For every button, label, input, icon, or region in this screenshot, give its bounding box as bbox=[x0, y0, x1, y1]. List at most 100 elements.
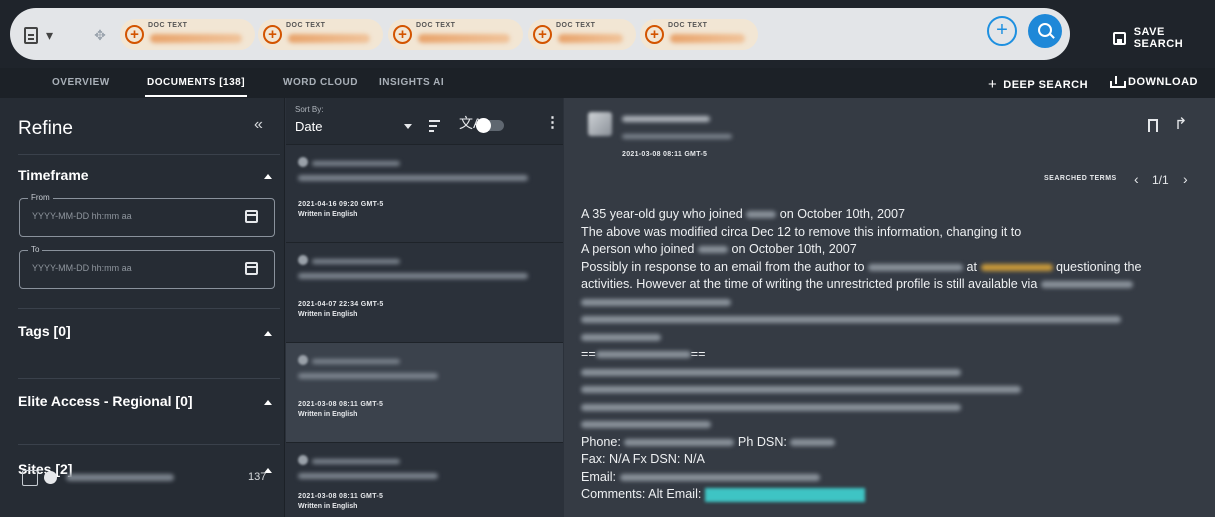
body-text: Email: bbox=[581, 469, 616, 484]
chip-value-redacted bbox=[558, 34, 623, 43]
bookmark-icon[interactable] bbox=[1148, 119, 1158, 132]
body-text: at bbox=[966, 259, 978, 274]
document-card-selected[interactable]: 2021-03-08 08:11 GMT-5 Written in Englis… bbox=[286, 342, 563, 442]
chevron-up-icon[interactable] bbox=[264, 174, 272, 179]
drag-move-icon[interactable]: ✥ bbox=[88, 23, 112, 47]
search-chip-1[interactable]: + DOC TEXT bbox=[120, 19, 255, 50]
tab-overview[interactable]: OVERVIEW bbox=[52, 77, 110, 88]
search-query-bar[interactable]: ▾ ✥ + DOC TEXT + DOC TEXT + DOC TEXT + D… bbox=[10, 8, 1070, 60]
plus-icon: + bbox=[988, 76, 998, 93]
plus-circle-icon[interactable]: + bbox=[533, 25, 552, 44]
add-term-button[interactable]: + bbox=[987, 16, 1017, 46]
save-search-button[interactable]: SAVE SEARCH bbox=[1113, 26, 1215, 50]
source-url-redacted bbox=[312, 459, 400, 464]
refine-title: Refine bbox=[18, 118, 73, 139]
doc-title-redacted bbox=[622, 116, 710, 122]
sort-value[interactable]: Date bbox=[295, 119, 322, 134]
document-card[interactable]: 2021-04-16 09:20 GMT-5 Written in Englis… bbox=[286, 144, 563, 242]
plus-circle-icon[interactable]: + bbox=[645, 25, 664, 44]
site-favicon bbox=[298, 355, 308, 365]
calendar-icon[interactable] bbox=[245, 262, 258, 275]
share-icon[interactable]: ↱ bbox=[1174, 114, 1187, 134]
divider bbox=[18, 154, 280, 155]
title-redacted bbox=[298, 373, 438, 379]
divider bbox=[18, 308, 280, 309]
chevron-up-icon[interactable] bbox=[264, 331, 272, 336]
search-chip-3[interactable]: + DOC TEXT bbox=[388, 19, 523, 50]
document-body: A 35 year-old guy who joined on October … bbox=[581, 206, 1206, 504]
sort-by-label: Sort By: bbox=[295, 105, 324, 114]
chip-value-redacted bbox=[288, 34, 370, 43]
to-date-field[interactable]: To bbox=[19, 245, 275, 289]
to-date-input[interactable] bbox=[32, 263, 232, 273]
body-text: Ph DSN: bbox=[737, 434, 787, 449]
calendar-icon[interactable] bbox=[245, 210, 258, 223]
more-options-icon[interactable]: ⋮ bbox=[545, 113, 560, 131]
source-url-redacted bbox=[312, 359, 400, 364]
site-favicon bbox=[298, 157, 308, 167]
refine-panel: Refine « Timeframe From To Tags [0] Elit… bbox=[0, 98, 285, 517]
search-button[interactable] bbox=[1028, 14, 1062, 48]
document-card[interactable]: 2021-03-08 08:11 GMT-5 Written in Englis… bbox=[286, 442, 563, 517]
document-type-dropdown[interactable]: ▾ bbox=[24, 24, 74, 46]
chevron-up-icon[interactable] bbox=[264, 400, 272, 405]
body-text: The above was modified circa Dec 12 to r… bbox=[581, 224, 1022, 239]
from-label: From bbox=[28, 193, 53, 202]
timeframe-title[interactable]: Timeframe bbox=[18, 167, 89, 183]
searched-terms-label: SEARCHED TERMS bbox=[1044, 175, 1117, 182]
download-label: DOWNLOAD bbox=[1128, 76, 1198, 88]
from-date-input[interactable] bbox=[32, 211, 232, 221]
translate-toggle[interactable] bbox=[476, 118, 504, 133]
from-date-field[interactable]: From bbox=[19, 193, 275, 237]
body-text: activities. However at the time of writi… bbox=[581, 277, 1038, 291]
body-text: questioning the bbox=[1056, 259, 1142, 274]
globe-icon bbox=[44, 471, 57, 484]
card-language: Written in English bbox=[298, 503, 358, 510]
site-name-redacted bbox=[66, 474, 174, 481]
highlighted-match bbox=[704, 487, 865, 502]
to-label: To bbox=[28, 245, 43, 254]
search-chip-2[interactable]: + DOC TEXT bbox=[258, 19, 383, 50]
tab-insights-ai[interactable]: INSIGHTS AI bbox=[379, 77, 444, 88]
search-chip-5[interactable]: + DOC TEXT bbox=[640, 19, 758, 50]
chip-label: DOC TEXT bbox=[556, 22, 596, 29]
card-date: 2021-03-08 08:11 GMT-5 bbox=[298, 493, 384, 500]
download-icon bbox=[1110, 76, 1126, 88]
card-date: 2021-03-08 08:11 GMT-5 bbox=[298, 401, 384, 408]
document-viewer: 2021-03-08 08:11 GMT-5 ↱ SEARCHED TERMS … bbox=[564, 98, 1215, 517]
chevron-left-icon[interactable]: ‹ bbox=[1134, 171, 1139, 187]
plus-circle-icon[interactable]: + bbox=[125, 25, 144, 44]
site-favicon bbox=[298, 255, 308, 265]
card-date: 2021-04-07 22:34 GMT-5 bbox=[298, 301, 384, 308]
document-card[interactable]: 2021-04-07 22:34 GMT-5 Written in Englis… bbox=[286, 242, 563, 342]
elite-access-title[interactable]: Elite Access - Regional [0] bbox=[18, 393, 193, 409]
source-url-redacted bbox=[312, 259, 400, 264]
tab-word-cloud[interactable]: WORD CLOUD bbox=[283, 77, 358, 88]
chip-value-redacted bbox=[670, 34, 745, 43]
body-text: Fax: N/A Fx DSN: N/A bbox=[581, 452, 705, 466]
tags-title[interactable]: Tags [0] bbox=[18, 323, 71, 339]
body-text: Possibly in response to an email from th… bbox=[581, 259, 865, 274]
body-text: Phone: bbox=[581, 434, 621, 449]
site-favicon bbox=[298, 455, 308, 465]
chevron-down-icon[interactable] bbox=[404, 124, 412, 129]
plus-circle-icon[interactable]: + bbox=[393, 25, 412, 44]
collapse-panel-icon[interactable]: « bbox=[254, 116, 263, 134]
site-checkbox[interactable] bbox=[22, 470, 38, 486]
deep-search-button[interactable]: + DEEP SEARCH bbox=[988, 76, 1088, 93]
download-button[interactable]: DOWNLOAD bbox=[1110, 76, 1198, 88]
sort-icon[interactable] bbox=[429, 120, 440, 135]
plus-circle-icon[interactable]: + bbox=[263, 25, 282, 44]
chevron-right-icon[interactable]: › bbox=[1183, 171, 1188, 187]
doc-date: 2021-03-08 08:11 GMT-5 bbox=[622, 151, 708, 158]
chip-label: DOC TEXT bbox=[286, 22, 326, 29]
body-text: on October 10th, 2007 bbox=[779, 207, 906, 221]
chip-label: DOC TEXT bbox=[148, 22, 188, 29]
search-chip-4[interactable]: + DOC TEXT bbox=[528, 19, 636, 50]
deep-search-label: DEEP SEARCH bbox=[1003, 78, 1089, 91]
tab-documents[interactable]: DOCUMENTS [138] bbox=[144, 77, 248, 97]
title-redacted bbox=[298, 273, 528, 279]
top-search-bar: ▾ ✥ + DOC TEXT + DOC TEXT + DOC TEXT + D… bbox=[0, 0, 1215, 68]
card-language: Written in English bbox=[298, 311, 358, 318]
body-text: A 35 year-old guy who joined bbox=[581, 207, 743, 221]
